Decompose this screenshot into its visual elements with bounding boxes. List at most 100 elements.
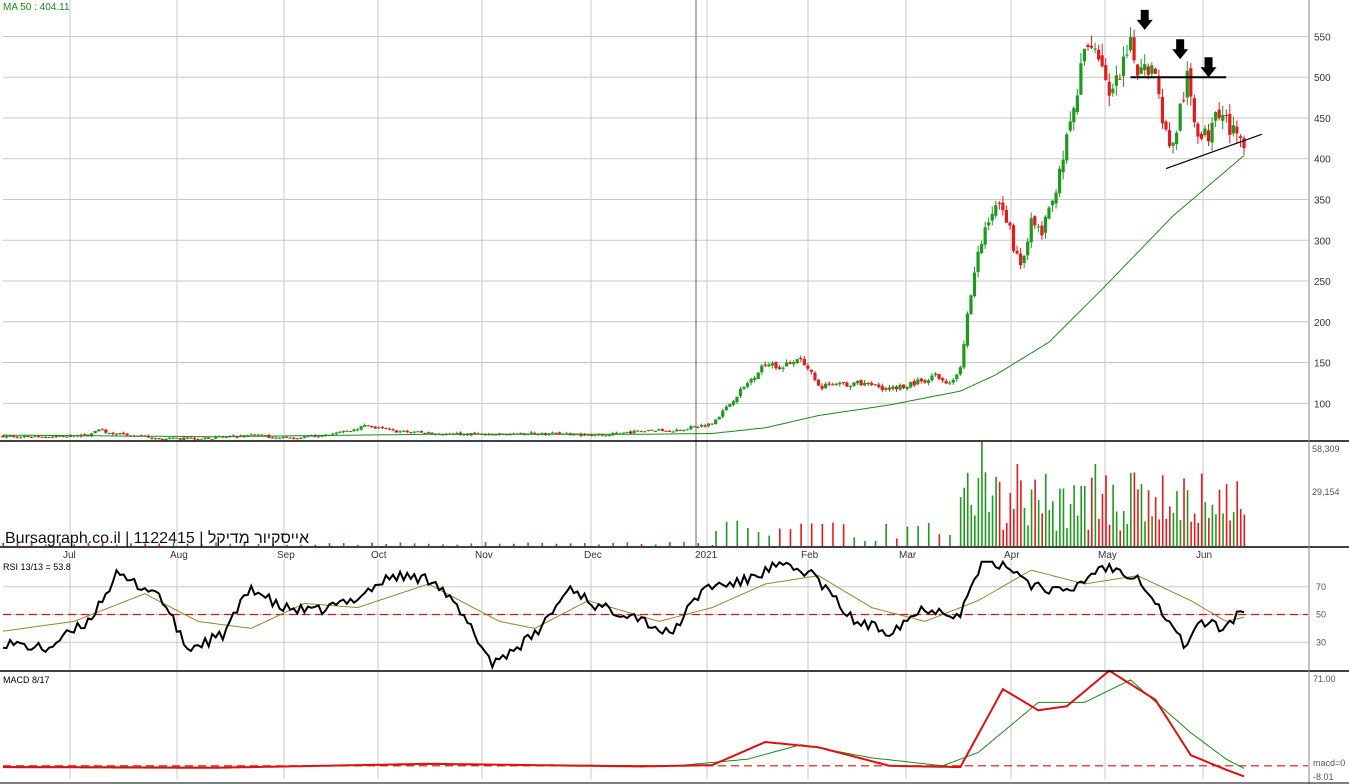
candle-body <box>955 374 959 379</box>
candle-body <box>643 431 647 433</box>
candle-body <box>1058 168 1062 194</box>
volume-bar <box>917 525 919 546</box>
volume-bar <box>1044 473 1047 546</box>
candle-body <box>1100 55 1104 67</box>
candle-body <box>426 432 431 434</box>
candle-body <box>1111 88 1115 94</box>
candle-body <box>614 432 619 434</box>
candle-body <box>196 438 200 440</box>
candle-body <box>355 429 360 431</box>
candle-body <box>331 433 335 435</box>
macd-tick-label: 71.00 <box>1313 674 1336 684</box>
candle-body <box>345 430 349 432</box>
volume-bar <box>885 523 887 546</box>
volume-bar <box>1009 492 1012 546</box>
candle-body <box>905 386 909 389</box>
candle-body <box>1093 48 1097 50</box>
candle-body <box>33 436 37 438</box>
volume-bar <box>1101 493 1104 546</box>
candle-body <box>628 431 633 434</box>
candle-body <box>646 429 650 431</box>
candle-body <box>1086 44 1090 48</box>
volume-bar <box>736 520 739 546</box>
candle-body <box>795 359 799 364</box>
price-tick-label: 200 <box>1314 318 1331 329</box>
candle-body <box>1104 65 1108 80</box>
candle-body <box>650 429 654 431</box>
candle-body <box>529 432 533 434</box>
candle-body <box>678 430 682 432</box>
candle-body <box>185 437 189 439</box>
month-label: Nov <box>475 550 493 561</box>
candle-body <box>1075 95 1079 113</box>
volume-bar <box>963 487 965 546</box>
candle-body <box>398 431 402 433</box>
volume-tick-label: 58,309 <box>1312 444 1340 454</box>
volume-bar <box>1190 521 1192 546</box>
candle-body <box>182 437 186 440</box>
candle-body <box>1125 54 1129 56</box>
candle-body <box>29 436 33 438</box>
candle-body <box>292 437 296 439</box>
candle-body <box>1033 216 1037 226</box>
volume-bar <box>1080 486 1082 546</box>
volume-bar <box>896 538 898 546</box>
candle-body <box>1150 65 1154 74</box>
volume-bar <box>1005 522 1008 546</box>
candle-body <box>274 437 278 439</box>
volume-bar <box>1087 529 1090 546</box>
candle-body <box>944 380 948 384</box>
candle-body <box>692 426 697 428</box>
candle-body <box>519 432 523 434</box>
candle-body <box>749 378 753 383</box>
candle-body <box>402 430 406 432</box>
volume-bar <box>427 543 430 546</box>
candle-body <box>26 436 30 438</box>
volume-bar <box>864 541 866 546</box>
candle-body <box>777 367 782 369</box>
candle-body <box>1182 100 1186 102</box>
candle-body <box>682 429 686 431</box>
candle-body <box>621 432 626 434</box>
volume-bar <box>1176 491 1178 546</box>
volume-bar <box>1133 472 1136 546</box>
month-label: Apr <box>1004 550 1020 561</box>
candle-body <box>207 437 211 439</box>
volume-bar <box>1027 525 1029 546</box>
candle-body <box>941 378 945 381</box>
candle-body <box>338 431 342 433</box>
candle-body <box>1128 37 1133 51</box>
candle-body <box>586 434 590 436</box>
volume-bar <box>1204 502 1207 546</box>
volume-bar <box>1016 464 1019 546</box>
volume-bar <box>1105 475 1107 546</box>
candle-body <box>841 382 845 384</box>
volume-bar <box>938 534 941 546</box>
candle-body <box>923 380 927 383</box>
volume-bar <box>1083 485 1086 546</box>
candle-body <box>933 373 938 376</box>
volume-bar <box>1140 483 1143 546</box>
candle-body <box>852 382 856 386</box>
candle-body <box>19 437 23 439</box>
candle-body <box>855 380 860 384</box>
volume-bar <box>328 543 331 546</box>
price-indicator-label: MA 50 : 404.11 <box>3 2 70 13</box>
candle-body <box>937 373 941 379</box>
candle-body <box>15 436 19 438</box>
candle-body <box>1192 98 1196 123</box>
candle-body <box>1118 78 1122 80</box>
candle-body <box>909 381 913 388</box>
candle-body <box>1065 134 1069 161</box>
candle-body <box>1185 70 1189 98</box>
candle-body <box>352 429 356 432</box>
month-label: Oct <box>371 550 387 561</box>
candle-body <box>1189 68 1193 97</box>
candle-body <box>1029 218 1033 243</box>
volume-bar <box>984 472 987 546</box>
candle-body <box>8 435 12 437</box>
candle-body <box>178 438 182 440</box>
volume-bar <box>1137 489 1139 546</box>
volume-bar <box>832 522 834 546</box>
volume-bar <box>977 478 980 546</box>
